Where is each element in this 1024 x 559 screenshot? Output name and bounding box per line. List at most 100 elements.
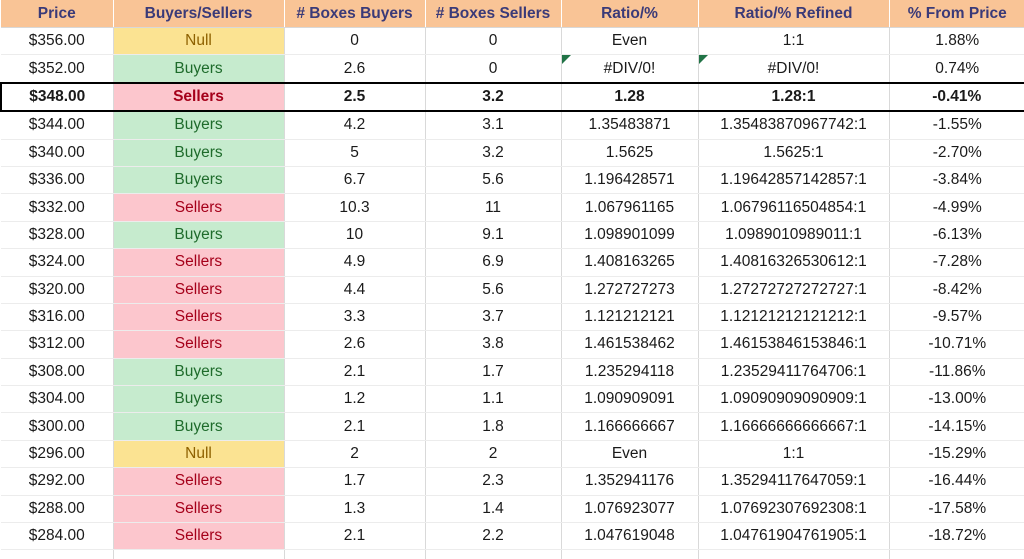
cell-boxes-sellers[interactable]: 1.1: [425, 386, 561, 413]
cell-boxes-buyers[interactable]: 2.6: [284, 55, 425, 83]
cell-buyers-sellers[interactable]: Sellers: [113, 468, 284, 495]
cell-boxes-sellers[interactable]: 5.6: [425, 276, 561, 303]
cell-ratio-refined[interactable]: 1.16666666666667:1: [698, 413, 889, 440]
cell-price[interactable]: $304.00: [1, 386, 113, 413]
cell-ratio-refined[interactable]: 1.28:1: [698, 83, 889, 111]
cell-ratio-refined[interactable]: 1:1: [698, 28, 889, 55]
cell-empty[interactable]: [698, 550, 889, 559]
cell-buyers-sellers[interactable]: Sellers: [113, 303, 284, 330]
table-row[interactable]: $300.00Buyers2.11.81.1666666671.16666666…: [1, 413, 1024, 440]
cell-boxes-buyers[interactable]: 0: [284, 28, 425, 55]
cell-ratio[interactable]: 1.166666667: [561, 413, 698, 440]
cell-ratio[interactable]: 1.35483871: [561, 111, 698, 139]
table-row[interactable]: $336.00Buyers6.75.61.1964285711.19642857…: [1, 166, 1024, 193]
cell-buyers-sellers[interactable]: Buyers: [113, 166, 284, 193]
cell-price[interactable]: $356.00: [1, 28, 113, 55]
cell-buyers-sellers[interactable]: Null: [113, 28, 284, 55]
column-header-price[interactable]: Price: [1, 0, 113, 28]
cell-buyers-sellers[interactable]: Sellers: [113, 194, 284, 221]
cell-buyers-sellers[interactable]: Sellers: [113, 276, 284, 303]
cell-boxes-buyers[interactable]: 1.3: [284, 495, 425, 522]
cell-price[interactable]: $332.00: [1, 194, 113, 221]
cell-percent-from-price[interactable]: -4.99%: [889, 194, 1024, 221]
cell-ratio-refined[interactable]: 1.12121212121212:1: [698, 303, 889, 330]
cell-ratio-refined[interactable]: 1.23529411764706:1: [698, 358, 889, 385]
cell-price[interactable]: $316.00: [1, 303, 113, 330]
cell-boxes-buyers[interactable]: 1.7: [284, 468, 425, 495]
cell-buyers-sellers[interactable]: Sellers: [113, 249, 284, 276]
column-header-boxes-buyers[interactable]: # Boxes Buyers: [284, 0, 425, 28]
cell-boxes-buyers[interactable]: 6.7: [284, 166, 425, 193]
cell-ratio[interactable]: 1.090909091: [561, 386, 698, 413]
cell-boxes-buyers[interactable]: 2.1: [284, 358, 425, 385]
cell-boxes-buyers[interactable]: 2.1: [284, 413, 425, 440]
cell-buyers-sellers[interactable]: Buyers: [113, 358, 284, 385]
cell-buyers-sellers[interactable]: Buyers: [113, 413, 284, 440]
cell-price[interactable]: $340.00: [1, 139, 113, 166]
cell-empty[interactable]: [113, 550, 284, 559]
cell-percent-from-price[interactable]: -6.13%: [889, 221, 1024, 248]
table-row[interactable]: $348.00Sellers2.53.21.281.28:1-0.41%: [1, 83, 1024, 111]
cell-boxes-sellers[interactable]: 0: [425, 55, 561, 83]
cell-boxes-buyers[interactable]: 3.3: [284, 303, 425, 330]
cell-ratio-refined[interactable]: 1.0989010989011:1: [698, 221, 889, 248]
cell-price[interactable]: $324.00: [1, 249, 113, 276]
cell-boxes-buyers[interactable]: 2: [284, 440, 425, 467]
column-header-ratio[interactable]: Ratio/%: [561, 0, 698, 28]
cell-ratio[interactable]: 1.272727273: [561, 276, 698, 303]
cell-ratio[interactable]: 1.28: [561, 83, 698, 111]
cell-percent-from-price[interactable]: -14.15%: [889, 413, 1024, 440]
cell-boxes-buyers[interactable]: 2.1: [284, 523, 425, 550]
cell-buyers-sellers[interactable]: Buyers: [113, 111, 284, 139]
cell-ratio-refined[interactable]: 1.06796116504854:1: [698, 194, 889, 221]
cell-percent-from-price[interactable]: -13.00%: [889, 386, 1024, 413]
table-row[interactable]: $312.00Sellers2.63.81.4615384621.4615384…: [1, 331, 1024, 358]
table-row-partial[interactable]: [1, 550, 1024, 559]
cell-ratio[interactable]: 1.5625: [561, 139, 698, 166]
cell-price[interactable]: $296.00: [1, 440, 113, 467]
cell-boxes-sellers[interactable]: 11: [425, 194, 561, 221]
cell-price[interactable]: $348.00: [1, 83, 113, 111]
cell-ratio-refined[interactable]: 1.5625:1: [698, 139, 889, 166]
cell-boxes-sellers[interactable]: 1.7: [425, 358, 561, 385]
cell-buyers-sellers[interactable]: Sellers: [113, 495, 284, 522]
cell-buyers-sellers[interactable]: Sellers: [113, 83, 284, 111]
cell-ratio-refined[interactable]: 1.07692307692308:1: [698, 495, 889, 522]
column-header-ratio-refined[interactable]: Ratio/% Refined: [698, 0, 889, 28]
cell-price[interactable]: $352.00: [1, 55, 113, 83]
table-row[interactable]: $340.00Buyers53.21.56251.5625:1-2.70%: [1, 139, 1024, 166]
cell-boxes-sellers[interactable]: 1.8: [425, 413, 561, 440]
cell-boxes-buyers[interactable]: 2.6: [284, 331, 425, 358]
table-row[interactable]: $332.00Sellers10.3111.0679611651.0679611…: [1, 194, 1024, 221]
table-row[interactable]: $288.00Sellers1.31.41.0769230771.0769230…: [1, 495, 1024, 522]
cell-percent-from-price[interactable]: -9.57%: [889, 303, 1024, 330]
cell-ratio[interactable]: 1.098901099: [561, 221, 698, 248]
cell-ratio[interactable]: 1.235294118: [561, 358, 698, 385]
cell-boxes-buyers[interactable]: 4.9: [284, 249, 425, 276]
cell-percent-from-price[interactable]: 0.74%: [889, 55, 1024, 83]
column-header-percent-from-price[interactable]: % From Price: [889, 0, 1024, 28]
cell-percent-from-price[interactable]: -7.28%: [889, 249, 1024, 276]
cell-empty[interactable]: [561, 550, 698, 559]
cell-boxes-sellers[interactable]: 3.8: [425, 331, 561, 358]
cell-price[interactable]: $284.00: [1, 523, 113, 550]
cell-boxes-buyers[interactable]: 2.5: [284, 83, 425, 111]
cell-price[interactable]: $288.00: [1, 495, 113, 522]
cell-price[interactable]: $300.00: [1, 413, 113, 440]
cell-empty[interactable]: [1, 550, 113, 559]
cell-percent-from-price[interactable]: -10.71%: [889, 331, 1024, 358]
cell-ratio-refined[interactable]: 1.09090909090909:1: [698, 386, 889, 413]
cell-empty[interactable]: [284, 550, 425, 559]
cell-boxes-sellers[interactable]: 3.1: [425, 111, 561, 139]
cell-ratio[interactable]: #DIV/0!: [561, 55, 698, 83]
cell-price[interactable]: $292.00: [1, 468, 113, 495]
cell-buyers-sellers[interactable]: Buyers: [113, 221, 284, 248]
cell-ratio-refined[interactable]: 1:1: [698, 440, 889, 467]
cell-boxes-sellers[interactable]: 6.9: [425, 249, 561, 276]
cell-ratio[interactable]: 1.121212121: [561, 303, 698, 330]
cell-ratio-refined[interactable]: 1.35483870967742:1: [698, 111, 889, 139]
cell-ratio[interactable]: 1.408163265: [561, 249, 698, 276]
cell-boxes-sellers[interactable]: 9.1: [425, 221, 561, 248]
cell-percent-from-price[interactable]: -18.72%: [889, 523, 1024, 550]
table-row[interactable]: $344.00Buyers4.23.11.354838711.354838709…: [1, 111, 1024, 139]
